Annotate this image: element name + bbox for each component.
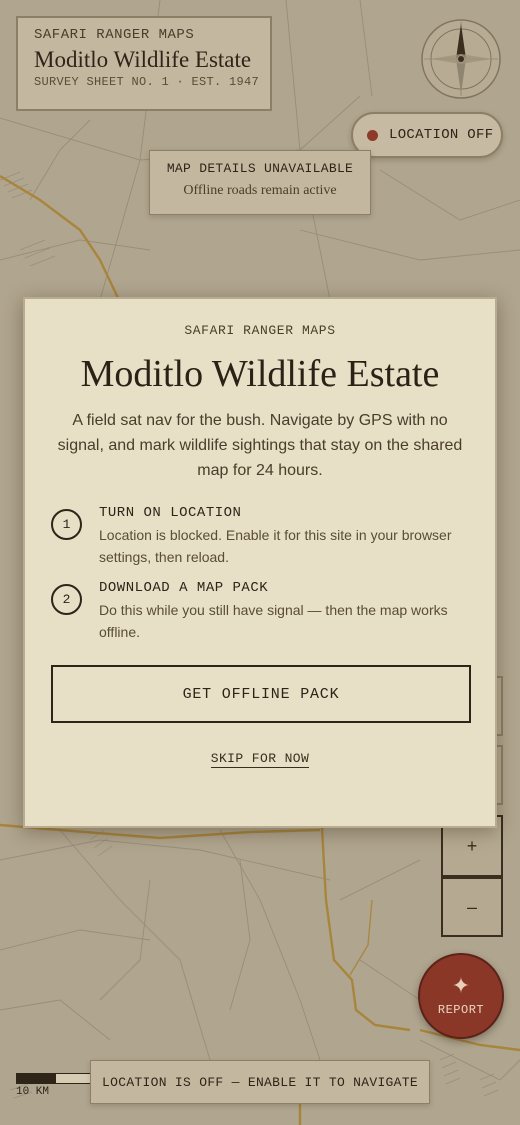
location-off-dot-icon — [367, 129, 378, 141]
estate-name: Moditlo Wildlife Estate — [34, 47, 252, 72]
step-description: Location is blocked. Enable it for this … — [99, 527, 452, 565]
report-sighting-button[interactable]: ✦ REPORT — [418, 953, 504, 1039]
title-kicker: SAFARI RANGER MAPS — [34, 27, 195, 43]
status-text: LOCATION IS OFF — ENABLE IT TO NAVIGATE — [102, 1074, 418, 1090]
title-card: SAFARI RANGER MAPS Moditlo Wildlife Esta… — [16, 16, 272, 111]
step-title: DOWNLOAD A MAP PACK — [99, 580, 269, 596]
location-status-bar: LOCATION IS OFF — ENABLE IT TO NAVIGATE — [90, 1060, 430, 1104]
compass-rose-icon[interactable] — [420, 18, 502, 100]
step-turn-on-location: 1 TURN ON LOCATION Location is blocked. … — [51, 505, 469, 568]
scale-label: 10 KM — [16, 1086, 50, 1098]
location-status-label: LOCATION OFF — [389, 127, 494, 143]
modal-kicker: SAFARI RANGER MAPS — [184, 323, 336, 338]
step-title: TURN ON LOCATION — [99, 505, 242, 521]
step-number-badge: 1 — [51, 509, 82, 540]
modal-description: A field sat nav for the bush. Navigate b… — [57, 412, 463, 479]
skip-for-now-link[interactable]: SKIP FOR NOW — [210, 751, 310, 768]
step-number-badge: 2 — [51, 584, 82, 615]
location-status-pill[interactable]: LOCATION OFF — [351, 112, 503, 158]
step-description: Do this while you still have signal — th… — [99, 602, 448, 640]
modal-title: Moditlo Wildlife Estate — [80, 353, 440, 395]
scale-bar: 10 KM — [16, 1073, 96, 1098]
details-heading: MAP DETAILS UNAVAILABLE — [166, 161, 354, 176]
report-label: REPORT — [437, 1003, 485, 1017]
sparkle-icon: ✦ — [451, 973, 471, 998]
step-download-map-pack: 2 DOWNLOAD A MAP PACK Do this while you … — [51, 580, 469, 643]
onboarding-modal: SAFARI RANGER MAPS Moditlo Wildlife Esta… — [23, 297, 497, 828]
map-details-notice: MAP DETAILS UNAVAILABLE Offline roads re… — [149, 150, 371, 215]
get-offline-pack-button[interactable]: GET OFFLINE PACK — [51, 665, 471, 723]
details-subtext: Offline roads remain active — [183, 183, 337, 198]
survey-sheet-label: SURVEY SHEET NO. 1 · EST. 1947 — [34, 75, 260, 89]
zoom-out-button[interactable]: – — [441, 877, 503, 937]
